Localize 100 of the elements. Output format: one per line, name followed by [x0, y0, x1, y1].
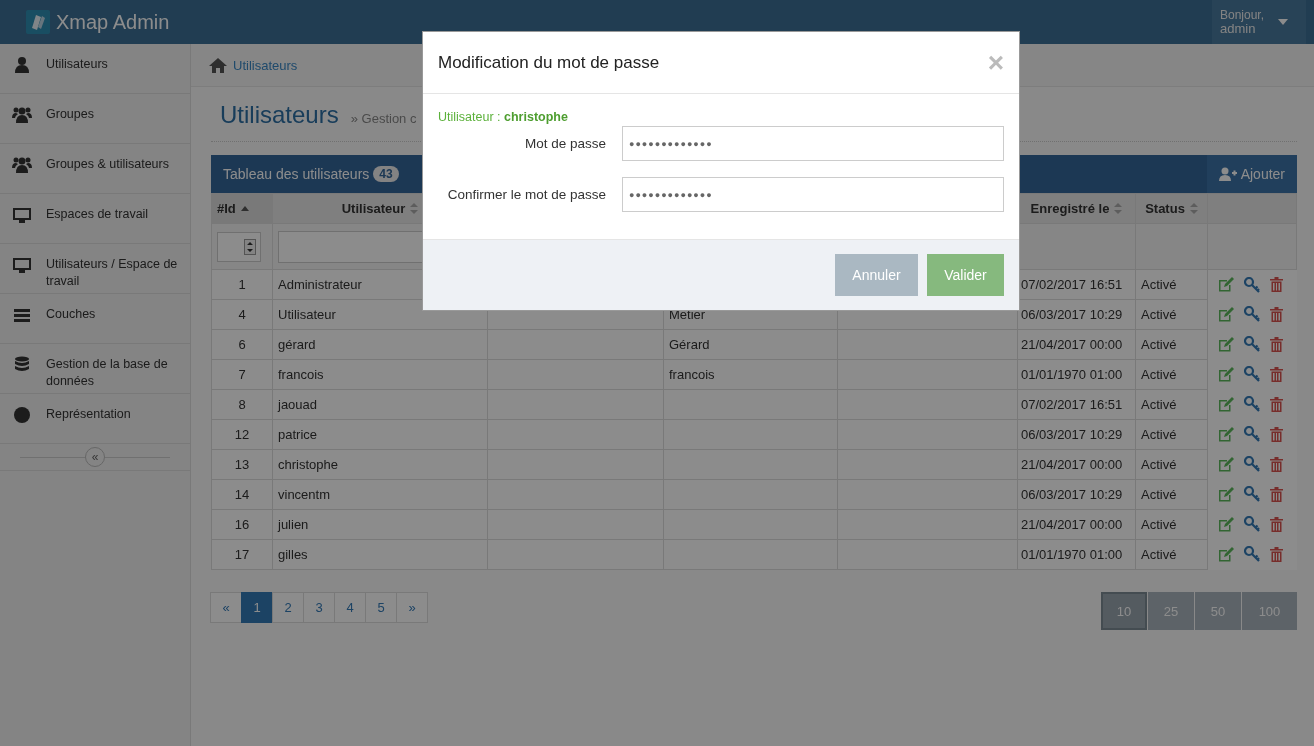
- sidebar-item[interactable]: Groupes & utilisateurs: [0, 144, 190, 194]
- next-page-button[interactable]: »: [396, 592, 428, 623]
- sidebar-item[interactable]: Utilisateurs: [0, 44, 190, 94]
- table-cell: 7: [211, 359, 273, 390]
- trash-icon[interactable]: [1270, 516, 1283, 532]
- key-icon[interactable]: [1244, 486, 1260, 502]
- table-cell: Gérard: [663, 329, 838, 360]
- key-icon[interactable]: [1244, 276, 1260, 293]
- table-cell: Activé: [1135, 479, 1208, 510]
- trash-icon[interactable]: [1270, 277, 1283, 292]
- key-icon[interactable]: [1244, 336, 1260, 352]
- table-cell: francois: [272, 359, 488, 390]
- monitor-icon: [12, 256, 32, 274]
- column-header[interactable]: Enregistré le: [1017, 193, 1136, 224]
- collapse-button[interactable]: «: [85, 447, 105, 467]
- key-icon[interactable]: [1244, 396, 1260, 412]
- edit-icon[interactable]: [1218, 486, 1234, 502]
- table-cell: 17: [211, 539, 273, 570]
- trash-icon[interactable]: [1270, 396, 1283, 412]
- table-cell: 12: [211, 419, 273, 450]
- user-menu[interactable]: Bonjour, admin: [1211, 0, 1306, 44]
- id-filter-field[interactable]: [217, 231, 261, 262]
- table-cell: patrice: [272, 419, 488, 450]
- key-icon[interactable]: [1244, 426, 1260, 442]
- edit-icon[interactable]: [1218, 546, 1234, 562]
- table-cell: Activé: [1135, 539, 1208, 570]
- edit-icon[interactable]: [1218, 277, 1234, 292]
- page-button[interactable]: 3: [303, 592, 335, 623]
- page-title: Utilisateurs: [220, 101, 339, 129]
- user-name: admin: [1219, 22, 1256, 36]
- table-cell: Activé: [1135, 329, 1208, 360]
- user-value: christophe: [504, 110, 568, 124]
- dialog-title: Modification du mot de passe: [438, 52, 660, 73]
- edit-icon[interactable]: [1218, 366, 1234, 382]
- edit-icon[interactable]: [1218, 426, 1234, 442]
- user-plus-icon: [1218, 167, 1237, 181]
- trash-icon[interactable]: [1270, 366, 1283, 382]
- trash-icon[interactable]: [1270, 426, 1283, 442]
- table-cell: 01/01/1970 01:00: [1017, 539, 1136, 570]
- table-cell: francois: [663, 359, 838, 390]
- field-label: Mot de passe: [523, 136, 607, 151]
- table-cell: Activé: [1135, 389, 1208, 420]
- table-cell: 13: [211, 449, 273, 480]
- greeting: Bonjour,: [1219, 8, 1264, 22]
- trash-icon[interactable]: [1270, 336, 1283, 352]
- table-cell: gérard: [272, 329, 488, 360]
- close-button[interactable]: ×: [987, 48, 1004, 77]
- page-button[interactable]: 4: [334, 592, 366, 623]
- circle-icon: [12, 406, 32, 424]
- previous-page-button[interactable]: «: [210, 592, 242, 623]
- column-header[interactable]: Status: [1135, 193, 1208, 224]
- edit-icon[interactable]: [1218, 456, 1234, 472]
- table-cell: 1: [211, 269, 273, 300]
- table-cell: 07/02/2017 16:51: [1017, 389, 1136, 420]
- table-cell: jaouad: [272, 389, 488, 420]
- table-cell: Activé: [1135, 449, 1208, 480]
- edit-icon[interactable]: [1218, 306, 1234, 322]
- trash-icon[interactable]: [1270, 306, 1283, 322]
- password-field[interactable]: ●●●●●●●●●●●●●: [622, 177, 1004, 212]
- table-cell: 21/04/2017 00:00: [1017, 509, 1136, 540]
- key-icon[interactable]: [1244, 456, 1260, 472]
- edit-icon[interactable]: [1218, 336, 1234, 352]
- breadcrumb-link[interactable]: Utilisateurs: [233, 57, 298, 73]
- spinner-icon: [244, 238, 256, 255]
- page-button[interactable]: 1: [241, 592, 273, 623]
- password-field[interactable]: ●●●●●●●●●●●●●: [622, 126, 1004, 161]
- column-header[interactable]: #Id: [211, 193, 273, 224]
- key-icon[interactable]: [1244, 366, 1260, 382]
- home-icon: [209, 57, 227, 73]
- confirm-button[interactable]: Valider: [927, 254, 1004, 296]
- table-cell: 21/04/2017 00:00: [1017, 329, 1136, 360]
- trash-icon[interactable]: [1270, 546, 1283, 562]
- edit-icon[interactable]: [1218, 516, 1234, 532]
- trash-icon[interactable]: [1270, 486, 1283, 502]
- logo-icon: [26, 10, 50, 34]
- edit-icon[interactable]: [1218, 396, 1234, 412]
- key-icon[interactable]: [1244, 306, 1260, 322]
- sidebar-item[interactable]: Utilisateurs / Espace de travail: [0, 244, 190, 294]
- sidebar-item[interactable]: Couches: [0, 294, 190, 344]
- page-button[interactable]: 5: [365, 592, 397, 623]
- table-cell: Activé: [1135, 269, 1208, 300]
- table-cell: Activé: [1135, 299, 1208, 330]
- database-icon: [12, 356, 32, 374]
- table-cell: 16: [211, 509, 273, 540]
- table-cell: 21/04/2017 00:00: [1017, 449, 1136, 480]
- sidebar-item[interactable]: Espaces de travail: [0, 194, 190, 244]
- table-cell: vincentm: [272, 479, 488, 510]
- sort-icon: [410, 203, 419, 214]
- table-cell: 8: [211, 389, 273, 420]
- add-button[interactable]: Ajouter: [1206, 155, 1297, 193]
- sidebar-item[interactable]: Groupes: [0, 94, 190, 144]
- trash-icon[interactable]: [1270, 456, 1283, 472]
- table-cell: 6: [211, 329, 273, 360]
- table-cell: gilles: [272, 539, 488, 570]
- key-icon[interactable]: [1244, 516, 1260, 532]
- sidebar-item[interactable]: Gestion de la base de données: [0, 344, 190, 394]
- cancel-button[interactable]: Annuler: [835, 254, 918, 296]
- key-icon[interactable]: [1244, 546, 1260, 562]
- app-title: Xmap Admin: [56, 10, 170, 34]
- page-button[interactable]: 2: [272, 592, 304, 623]
